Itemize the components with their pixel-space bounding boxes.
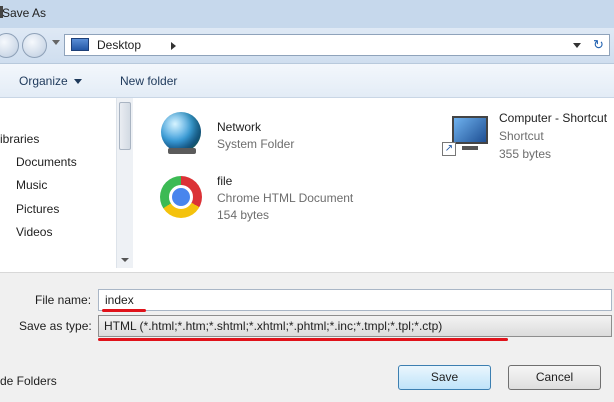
organize-label: Organize (19, 74, 68, 88)
navigation-bar: Desktop ↻ (0, 28, 614, 64)
nav-item-videos[interactable]: Videos (16, 225, 52, 239)
file-item-type: Shortcut (499, 129, 544, 143)
title-bar: Save As (0, 0, 614, 29)
address-location[interactable]: Desktop (97, 38, 141, 52)
monitor-base-icon (462, 146, 478, 150)
desktop-icon (71, 38, 89, 51)
nav-item-music[interactable]: Music (16, 178, 47, 192)
monitor-icon (452, 116, 488, 144)
command-toolbar: Organize New folder (0, 64, 614, 98)
save-type-select[interactable]: HTML (*.html;*.htm;*.shtml;*.xhtml;*.pht… (98, 315, 612, 337)
organize-caret-icon (73, 79, 82, 85)
address-bar[interactable]: Desktop ↻ (64, 34, 610, 56)
network-icon (161, 112, 201, 152)
file-item-name: file (217, 174, 233, 188)
refresh-icon[interactable]: ↻ (593, 37, 604, 53)
computer-shortcut-icon: ↗ (442, 116, 490, 156)
shortcut-arrow-icon: ↗ (442, 142, 456, 156)
forward-button[interactable] (22, 33, 47, 58)
file-item-size: 154 bytes (217, 208, 270, 222)
file-name-input[interactable]: index (98, 289, 612, 311)
annotation-underline-file-name (102, 309, 146, 312)
chrome-icon-center (169, 185, 193, 209)
organize-menu[interactable]: Organize (19, 74, 82, 88)
new-folder-button[interactable]: New folder (120, 74, 177, 88)
address-dropdown-icon[interactable] (573, 43, 581, 48)
window-title: Save As (2, 6, 47, 20)
recent-pages-dropdown-icon[interactable] (52, 40, 60, 45)
nav-pane-scrollbar[interactable] (116, 98, 133, 268)
annotation-underline-save-type (98, 338, 508, 341)
nav-item-libraries[interactable]: ibraries (0, 132, 39, 146)
file-name-label: File name: (35, 293, 92, 307)
network-icon-stand (168, 148, 196, 154)
breadcrumb-arrow-icon[interactable] (171, 42, 176, 50)
file-item-size: 355 bytes (499, 147, 552, 161)
file-item-name: Computer - Shortcut (499, 111, 608, 125)
cancel-button[interactable]: Cancel (508, 365, 601, 390)
back-button[interactable] (0, 33, 19, 58)
chrome-icon (160, 176, 202, 218)
nav-item-documents[interactable]: Documents (16, 155, 77, 169)
file-list: Network System Folder file Chrome HTML D… (136, 98, 614, 268)
hide-folders-toggle[interactable]: de Folders (0, 374, 57, 388)
nav-item-pictures[interactable]: Pictures (16, 202, 59, 216)
save-type-label: Save as type: (19, 319, 92, 333)
scrollbar-thumb[interactable] (119, 102, 131, 150)
file-item-type: System Folder (217, 137, 295, 151)
file-item-type: Chrome HTML Document (217, 191, 354, 205)
save-options-panel: File name: index Save as type: HTML (*.h… (0, 272, 614, 402)
save-button[interactable]: Save (398, 365, 491, 390)
file-item-name: Network (217, 120, 262, 134)
scroll-down-arrow-icon[interactable] (121, 258, 129, 262)
